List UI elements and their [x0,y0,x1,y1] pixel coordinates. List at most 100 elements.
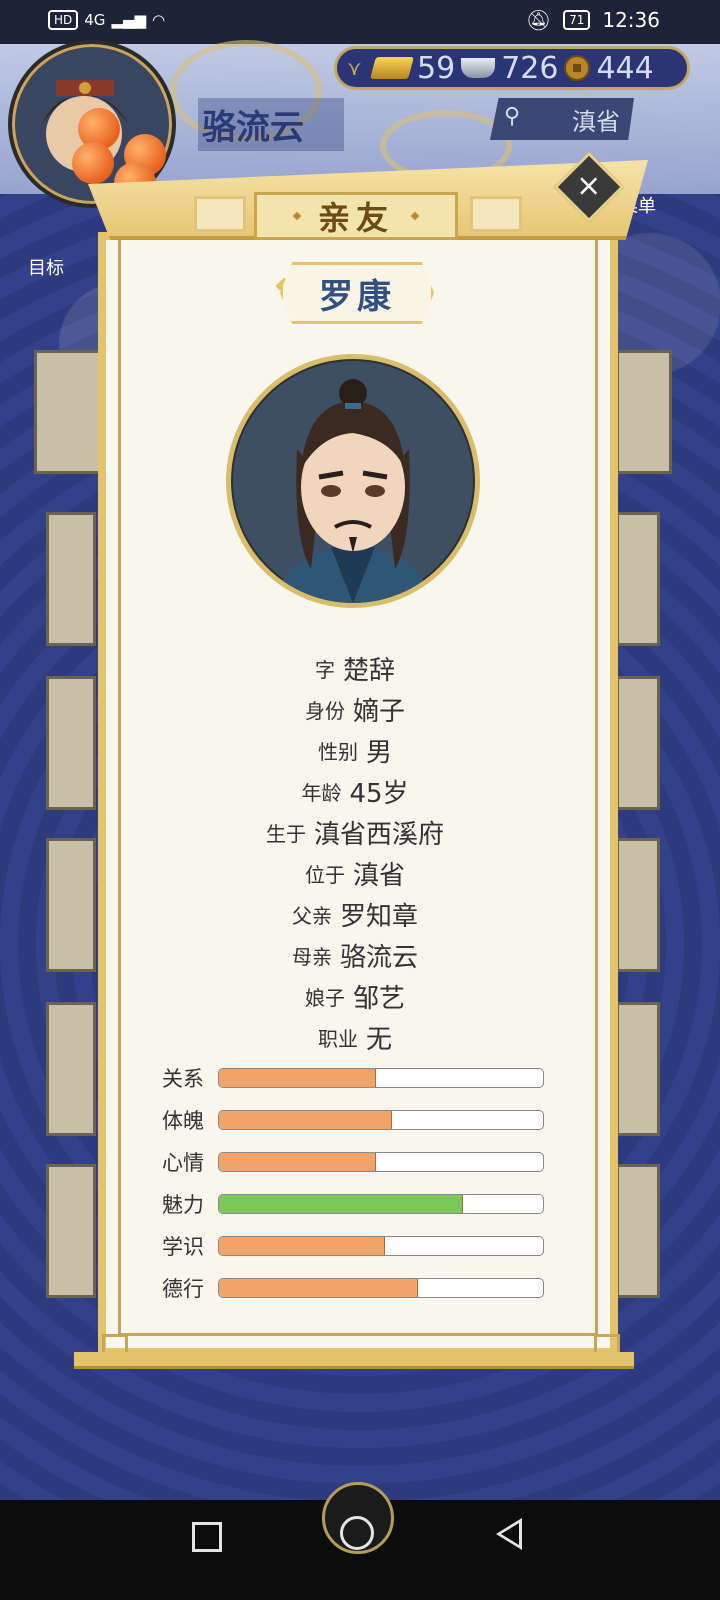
stat-bar [218,1194,544,1214]
stat-label: 德行 [162,1277,204,1301]
character-name: 罗康 [319,276,395,317]
info-row-age: 年龄 45岁 [110,771,600,812]
info-row-birthplace: 生于 滇省西溪府 [110,812,600,853]
info-value: 45岁 [349,779,409,809]
stat-label: 体魄 [162,1109,204,1133]
stat-fill [219,1237,386,1255]
info-label: 娘子 [304,986,345,1010]
info-row-occupation: 职业 无 [110,1017,600,1058]
network-indicator: 4G [84,11,106,29]
gold-ingot-icon [370,57,414,79]
info-row-mother: 母亲 骆流云 [110,935,600,976]
info-value: 滇省 [352,861,405,891]
info-label: 位于 [304,863,345,887]
background-card [616,676,660,810]
clock: 12:36 [602,8,660,32]
back-icon[interactable] [496,1518,522,1550]
info-label: 生于 [265,822,306,846]
wifi-icon: ◠ [152,11,166,29]
stat-label: 学识 [162,1235,204,1259]
stat-fill [219,1153,376,1171]
player-name: 骆流云 [198,98,344,151]
stat-row-physique: 体魄 [162,1108,552,1133]
stat-row-virtue: 德行 [162,1276,552,1301]
info-row-wife: 娘子 邹艺 [110,976,600,1017]
status-bar: HD 4G ▂▄▆ ◠ 🔕︎ 71 12:36 [0,0,720,44]
header-ornament [470,196,522,232]
background-card [616,838,660,972]
background-card [46,1002,96,1136]
stat-fill [219,1111,392,1129]
resource-bar: ⋎ 59 726 444 [334,46,690,90]
status-right: 🔕︎ 71 12:36 [526,8,660,32]
status-left: HD 4G ▂▄▆ ◠ [48,10,165,30]
teapot-icon: ⚲ [504,104,521,129]
background-card [46,676,96,810]
location-button[interactable]: ⚲ 滇省 [490,98,634,140]
modal-title-box: 亲友 [254,192,458,240]
info-row-father: 父亲 罗知章 [110,894,600,935]
goal-button[interactable]: 目标 [28,254,64,280]
stat-row-relationship: 关系 [162,1066,552,1091]
copper-coin-icon [564,55,591,81]
info-value: 邹艺 [352,984,405,1014]
info-row-status: 身份 嫡子 [110,689,600,730]
stat-fill [219,1195,463,1213]
recent-apps-icon[interactable] [192,1522,222,1552]
stat-row-charm: 魅力 [162,1192,552,1217]
stat-row-mood: 心情 [162,1150,552,1175]
battery-icon: 71 [563,10,591,30]
info-value: 男 [365,738,392,768]
info-label: 性别 [317,740,358,764]
info-label: 年龄 [301,781,342,805]
home-circle-icon [340,1516,374,1550]
background-card [46,512,96,646]
location-label: 滇省 [572,107,620,136]
stat-bar [218,1152,544,1172]
stat-row-knowledge: 学识 [162,1234,552,1259]
header-ornament [194,196,246,232]
info-value: 罗知章 [339,902,418,932]
info-value: 滇省西溪府 [313,820,444,850]
info-value: 无 [365,1025,392,1055]
background-card [616,1002,660,1136]
info-value: 楚辞 [342,656,395,686]
info-label: 身份 [304,699,345,723]
info-row-location: 位于 滇省 [110,853,600,894]
background-card [34,350,104,474]
stat-label: 魅力 [162,1193,204,1217]
stat-label: 关系 [162,1067,204,1091]
info-label: 父亲 [291,904,332,928]
info-value: 骆流云 [339,943,418,973]
hd-badge: HD [48,10,79,30]
info-label: 母亲 [291,945,332,969]
info-label: 职业 [317,1027,358,1051]
background-card [616,512,660,646]
panel-bottom-rail [74,1352,634,1369]
character-portrait [226,354,480,608]
bamboo-icon: ⋎ [347,56,362,80]
stat-fill [219,1069,376,1087]
character-face-icon [271,379,435,603]
background-card [46,1164,96,1298]
modal-title: 亲友 [317,199,394,237]
signal-icon: ▂▄▆ [111,11,147,29]
stat-bar [218,1110,544,1130]
mute-bell-icon: 🔕︎ [525,8,552,32]
character-info-list: 字 楚辞 身份 嫡子 性别 男 年龄 45岁 生于 滇省西溪府 位于 滇省 父亲… [110,648,600,1058]
stat-bar [218,1068,544,1088]
stat-label: 心情 [162,1151,204,1175]
background-card [616,350,672,474]
silver-ingot-icon [461,58,496,78]
character-name-plaque: 罗康 [280,262,434,324]
background-card [46,838,96,972]
gold-amount: 59 [417,50,456,86]
copper-amount: 444 [596,50,654,86]
info-row-courtesy-name: 字 楚辞 [110,648,600,689]
background-card [616,1164,660,1298]
stat-bar [218,1278,544,1298]
stat-fill [219,1279,418,1297]
info-row-gender: 性别 男 [110,730,600,771]
info-value: 嫡子 [352,697,405,727]
close-x-icon: × [576,168,602,204]
